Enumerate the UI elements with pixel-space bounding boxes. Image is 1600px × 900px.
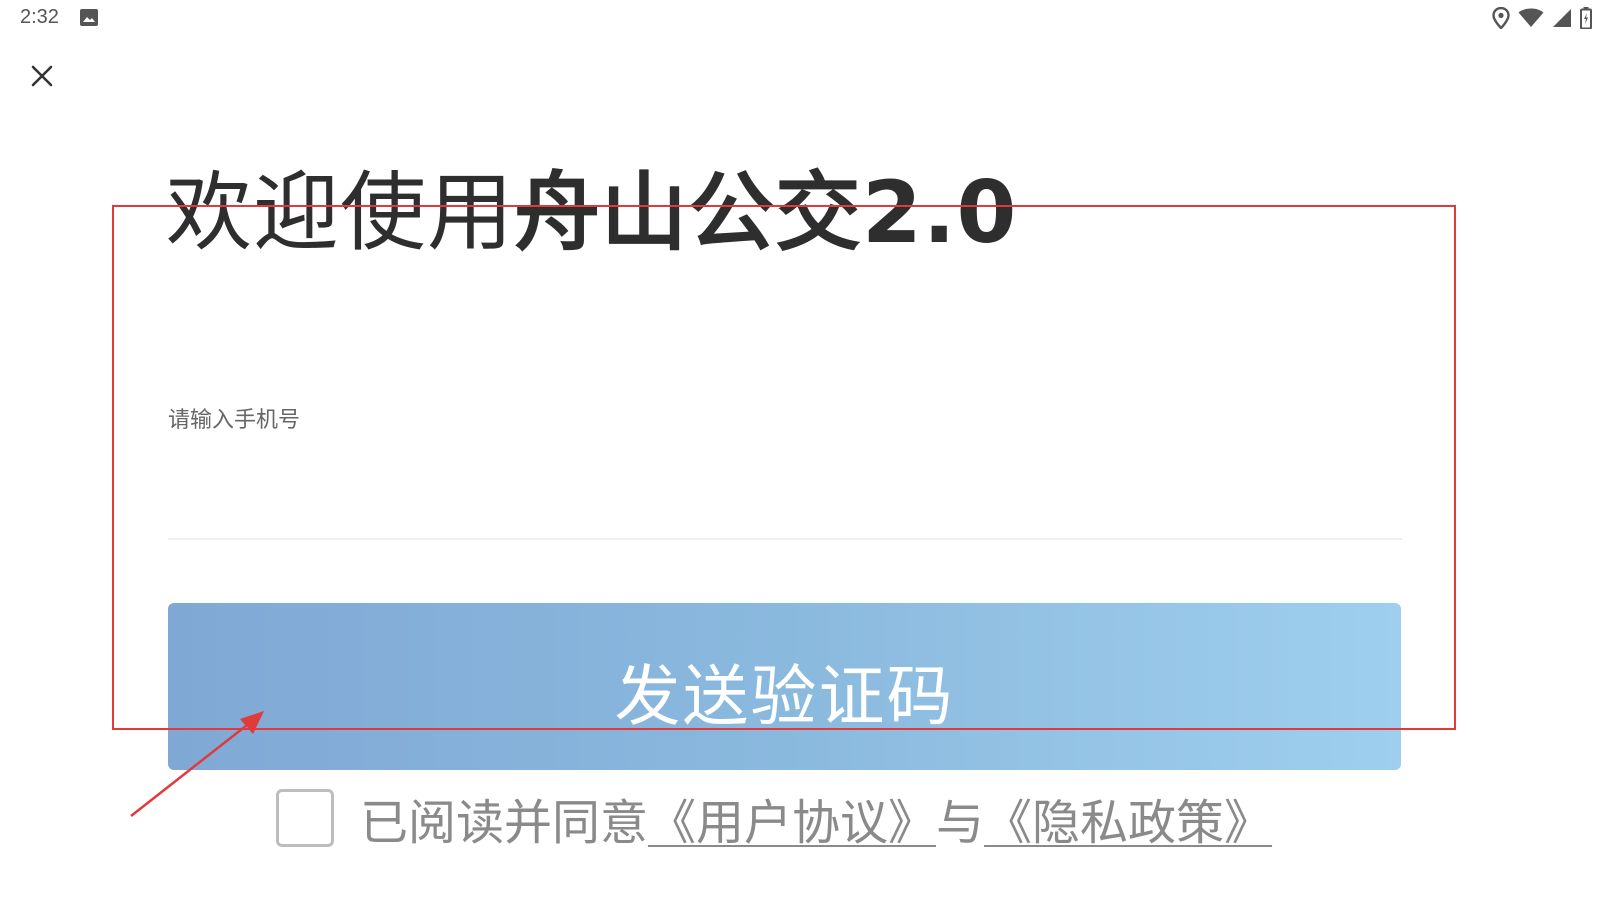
phone-input[interactable] <box>168 440 1402 540</box>
signal-icon <box>1553 9 1571 27</box>
status-bar: 2:32 <box>0 0 1600 36</box>
status-time: 2:32 <box>20 6 59 28</box>
agreement-row: 已阅读并同意 《用户协议》 与 《隐私政策》 <box>276 783 1272 853</box>
page-title: 欢迎使用舟山公交2.0 <box>166 158 1017 268</box>
agreement-checkbox[interactable] <box>276 789 334 847</box>
agreement-connector: 与 <box>936 795 985 851</box>
send-code-button[interactable]: 发送验证码 <box>168 603 1401 770</box>
title-app-name: 舟山公交2.0 <box>514 163 1018 263</box>
location-icon <box>1492 7 1510 29</box>
close-icon <box>31 65 53 87</box>
send-code-label: 发送验证码 <box>614 657 955 735</box>
user-agreement-link[interactable]: 《用户协议》 <box>648 783 936 853</box>
battery-icon <box>1580 7 1592 29</box>
title-prefix: 欢迎使用 <box>166 163 514 263</box>
privacy-policy-link[interactable]: 《隐私政策》 <box>984 783 1272 853</box>
status-icons <box>1492 6 1592 30</box>
agreement-prefix: 已阅读并同意 <box>360 795 649 851</box>
login-screen: 2:32 欢迎使用舟山公交2.0 请输入手机号 发送验证码 已阅读并同意 《用户… <box>0 0 1600 900</box>
wifi-icon <box>1518 8 1544 27</box>
phone-label: 请输入手机号 <box>168 408 301 433</box>
close-button[interactable] <box>24 58 60 94</box>
image-icon <box>80 9 98 26</box>
